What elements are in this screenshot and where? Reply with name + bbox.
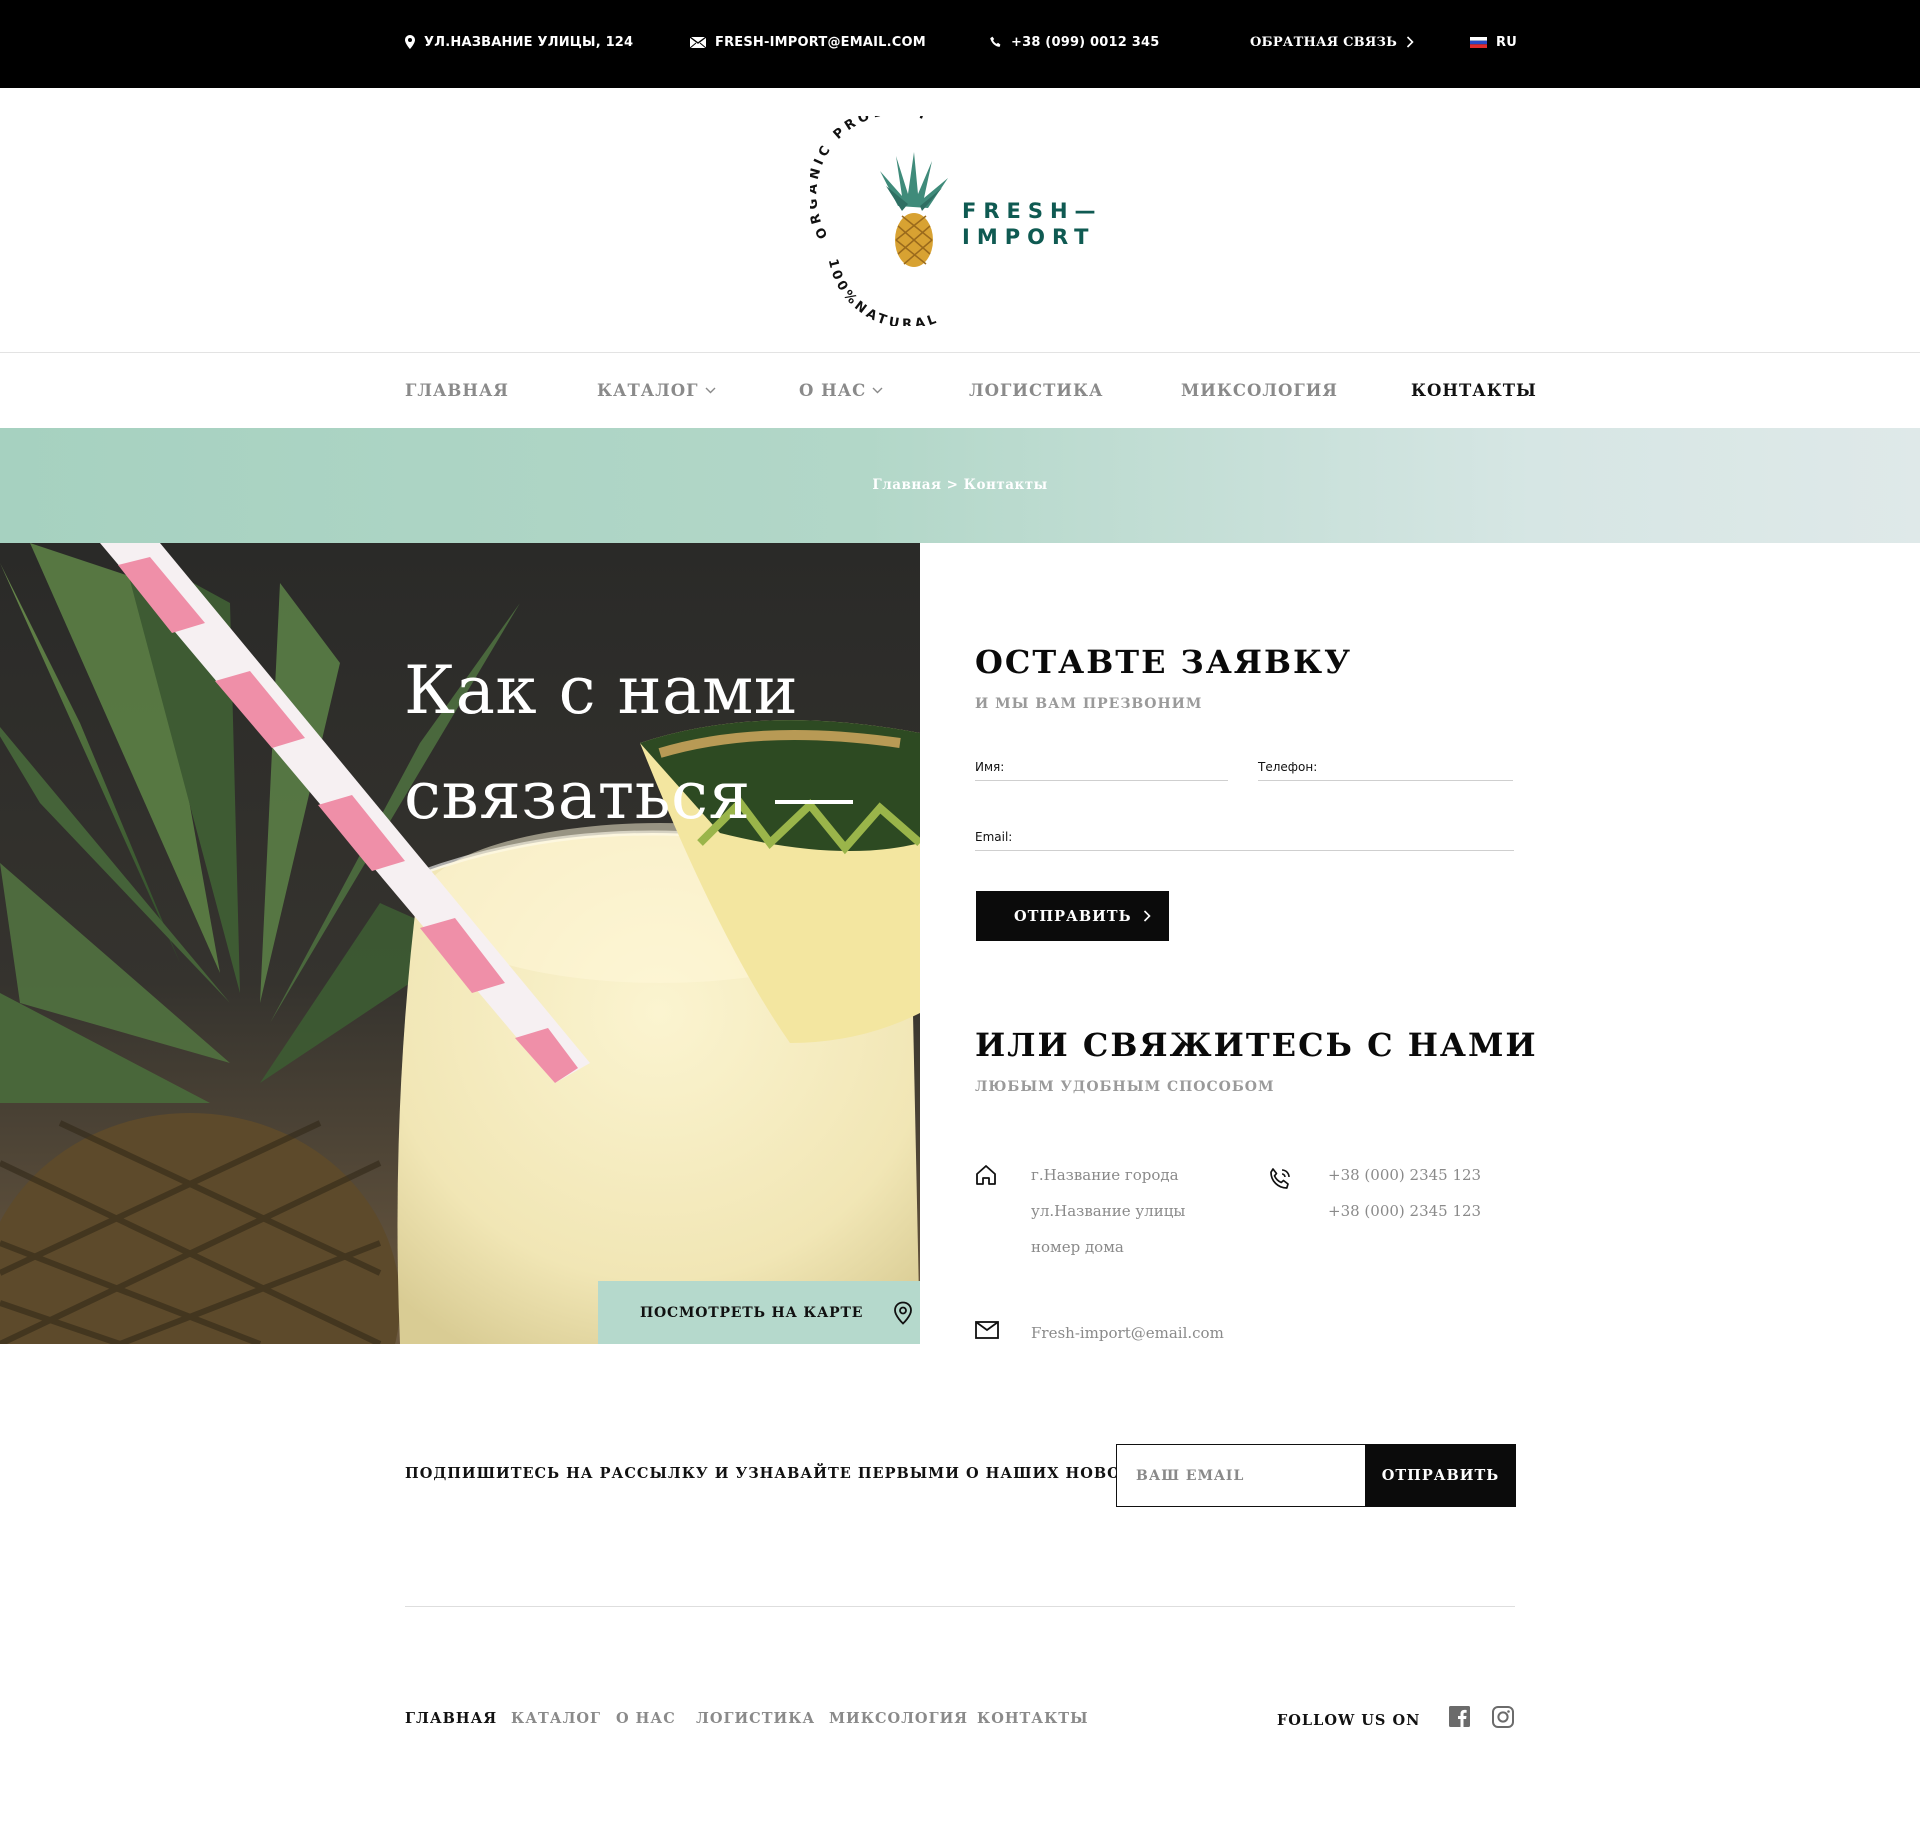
phone-number-2[interactable]: +38 (000) 2345 123	[1328, 1193, 1481, 1229]
topbar-address-text: УЛ.НАЗВАНИЕ УЛИЦЫ, 124	[424, 34, 634, 50]
language-switcher[interactable]: RU	[1470, 32, 1517, 52]
nav-item-contacts[interactable]: КОНТАКТЫ	[1411, 381, 1537, 400]
newsletter-submit-button[interactable]: ОТПРАВИТЬ	[1365, 1444, 1516, 1507]
phone-field-label: Телефон:	[1258, 760, 1318, 774]
location-pin-icon	[894, 1301, 913, 1325]
footer-nav-mixology[interactable]: МИКСОЛОГИЯ	[829, 1710, 968, 1727]
logo-brand-line2: IMPORT	[962, 225, 1096, 249]
map-pin-icon	[405, 35, 415, 49]
phone-number-1[interactable]: +38 (000) 2345 123	[1328, 1157, 1481, 1193]
view-on-map-button[interactable]: ПОСМОТРЕТЬ НА КАРТЕ	[598, 1281, 920, 1344]
topbar-email-text: FRESH-IMPORT@EMAIL.COM	[715, 34, 926, 50]
contacts-title: ИЛИ СВЯЖИТЕСЬ С НАМИ	[975, 1026, 1538, 1064]
contacts-subtitle: ЛЮБЫМ УДОБНЫМ СПОСОБОМ	[975, 1079, 1275, 1095]
chevron-down-icon	[705, 387, 716, 394]
nav-item-home[interactable]: ГЛАВНАЯ	[405, 381, 509, 400]
phone-call-icon	[1270, 1168, 1290, 1189]
topbar-address[interactable]: УЛ.НАЗВАНИЕ УЛИЦЫ, 124	[405, 32, 633, 52]
site-logo[interactable]: ORGANIC PRODUCT 100%NATURAL FRESH— IMPOR…	[810, 116, 1100, 326]
address-street: ул.Название улицы	[1031, 1202, 1186, 1220]
language-label: RU	[1496, 34, 1517, 50]
phones-block: +38 (000) 2345 123 +38 (000) 2345 123	[1328, 1157, 1481, 1229]
hero-title-line2: связаться	[404, 757, 751, 834]
chevron-right-icon	[1406, 36, 1414, 48]
newsletter-email-input[interactable]: ВАШ EMAIL	[1116, 1444, 1366, 1507]
phone-icon	[990, 36, 1001, 47]
hero-title-line2-wrap: связаться	[404, 743, 853, 848]
contact-email[interactable]: Fresh-import@email.com	[1031, 1315, 1224, 1351]
name-field-label: Имя:	[975, 760, 1005, 774]
email-field-label: Email:	[975, 830, 1013, 844]
newsletter-label: ПОДПИШИТЕСЬ НА РАССЫЛКУ И УЗНАВАЙТЕ ПЕРВ…	[405, 1465, 1172, 1482]
pineapple-icon	[880, 152, 948, 267]
footer-nav-catalog[interactable]: КАТАЛОГ	[511, 1710, 601, 1727]
footer-nav-contacts[interactable]: КОНТАКТЫ	[977, 1710, 1089, 1727]
view-on-map-label: ПОСМОТРЕТЬ НА КАРТЕ	[640, 1304, 864, 1321]
hero-image: Как с нами связаться ПОСМОТРЕТЬ НА КАРТЕ	[0, 543, 920, 1344]
form-title: ОСТАВТЕ ЗАЯВКУ	[975, 643, 1353, 681]
footer-nav-home[interactable]: ГЛАВНАЯ	[405, 1710, 497, 1727]
feedback-link-text: ОБРАТНАЯ СВЯЗЬ	[1250, 34, 1398, 50]
nav-item-mixology[interactable]: МИКСОЛОГИЯ	[1181, 381, 1338, 400]
mail-icon	[975, 1321, 999, 1339]
name-field[interactable]: Имя:	[975, 751, 1228, 781]
phone-field[interactable]: Телефон:	[1258, 751, 1513, 781]
envelope-icon	[690, 36, 706, 48]
site-header: ORGANIC PRODUCT 100%NATURAL FRESH— IMPOR…	[0, 88, 1920, 353]
newsletter-submit-label: ОТПРАВИТЬ	[1381, 1467, 1500, 1484]
nav-item-label: КАТАЛОГ	[597, 381, 699, 400]
russian-flag-icon	[1470, 36, 1487, 48]
nav-item-label: МИКСОЛОГИЯ	[1181, 381, 1338, 400]
main-nav: ГЛАВНАЯ КАТАЛОГ О НАС ЛОГИСТИКА МИКСОЛОГ…	[0, 354, 1920, 428]
facebook-icon[interactable]	[1449, 1706, 1470, 1727]
nav-item-label: КОНТАКТЫ	[1411, 381, 1537, 400]
footer-nav-logistics[interactable]: ЛОГИСТИКА	[696, 1710, 815, 1727]
feedback-link[interactable]: ОБРАТНАЯ СВЯЗЬ	[1250, 32, 1414, 52]
email-field[interactable]: Email:	[975, 821, 1514, 851]
hero-title: Как с нами связаться	[404, 638, 853, 848]
newsletter-email-placeholder: ВАШ EMAIL	[1136, 1467, 1245, 1484]
form-subtitle: И МЫ ВАМ ПРЕЗВОНИМ	[975, 696, 1203, 712]
topbar-email[interactable]: FRESH-IMPORT@EMAIL.COM	[690, 32, 926, 52]
nav-item-about[interactable]: О НАС	[799, 381, 883, 400]
footer-divider	[405, 1606, 1515, 1607]
nav-item-label: ЛОГИСТИКА	[969, 381, 1104, 400]
logo-brand-line1: FRESH—	[962, 199, 1100, 223]
chevron-down-icon	[872, 387, 883, 394]
address-city: г.Название города	[1031, 1166, 1179, 1184]
logo-arc-bottom-text: 100%NATURAL	[825, 257, 942, 326]
address-house: номер дома	[1031, 1238, 1124, 1256]
breadcrumb-band: Главная > Контакты	[0, 428, 1920, 543]
topbar-phone[interactable]: +38 (099) 0012 345	[990, 32, 1160, 52]
chevron-right-icon	[1143, 910, 1151, 922]
topbar-phone-text: +38 (099) 0012 345	[1011, 34, 1160, 50]
home-icon	[976, 1165, 996, 1185]
nav-item-catalog[interactable]: КАТАЛОГ	[597, 381, 716, 400]
top-bar: УЛ.НАЗВАНИЕ УЛИЦЫ, 124 FRESH-IMPORT@EMAI…	[0, 0, 1920, 88]
nav-item-label: О НАС	[799, 381, 867, 400]
address-block: г.Название города ул.Название улицы номе…	[1031, 1157, 1185, 1265]
follow-us-label: FOLLOW US ON	[1277, 1712, 1421, 1729]
footer-nav-about[interactable]: О НАС	[616, 1710, 676, 1727]
hero-title-line1: Как с нами	[404, 652, 799, 729]
breadcrumb[interactable]: Главная > Контакты	[0, 477, 1920, 493]
instagram-icon[interactable]	[1492, 1706, 1514, 1728]
nav-item-label: ГЛАВНАЯ	[405, 381, 509, 400]
submit-button-label: ОТПРАВИТЬ	[1014, 907, 1132, 925]
submit-button[interactable]: ОТПРАВИТЬ	[976, 891, 1169, 941]
hero-title-dash	[774, 799, 853, 804]
nav-item-logistics[interactable]: ЛОГИСТИКА	[969, 381, 1103, 400]
